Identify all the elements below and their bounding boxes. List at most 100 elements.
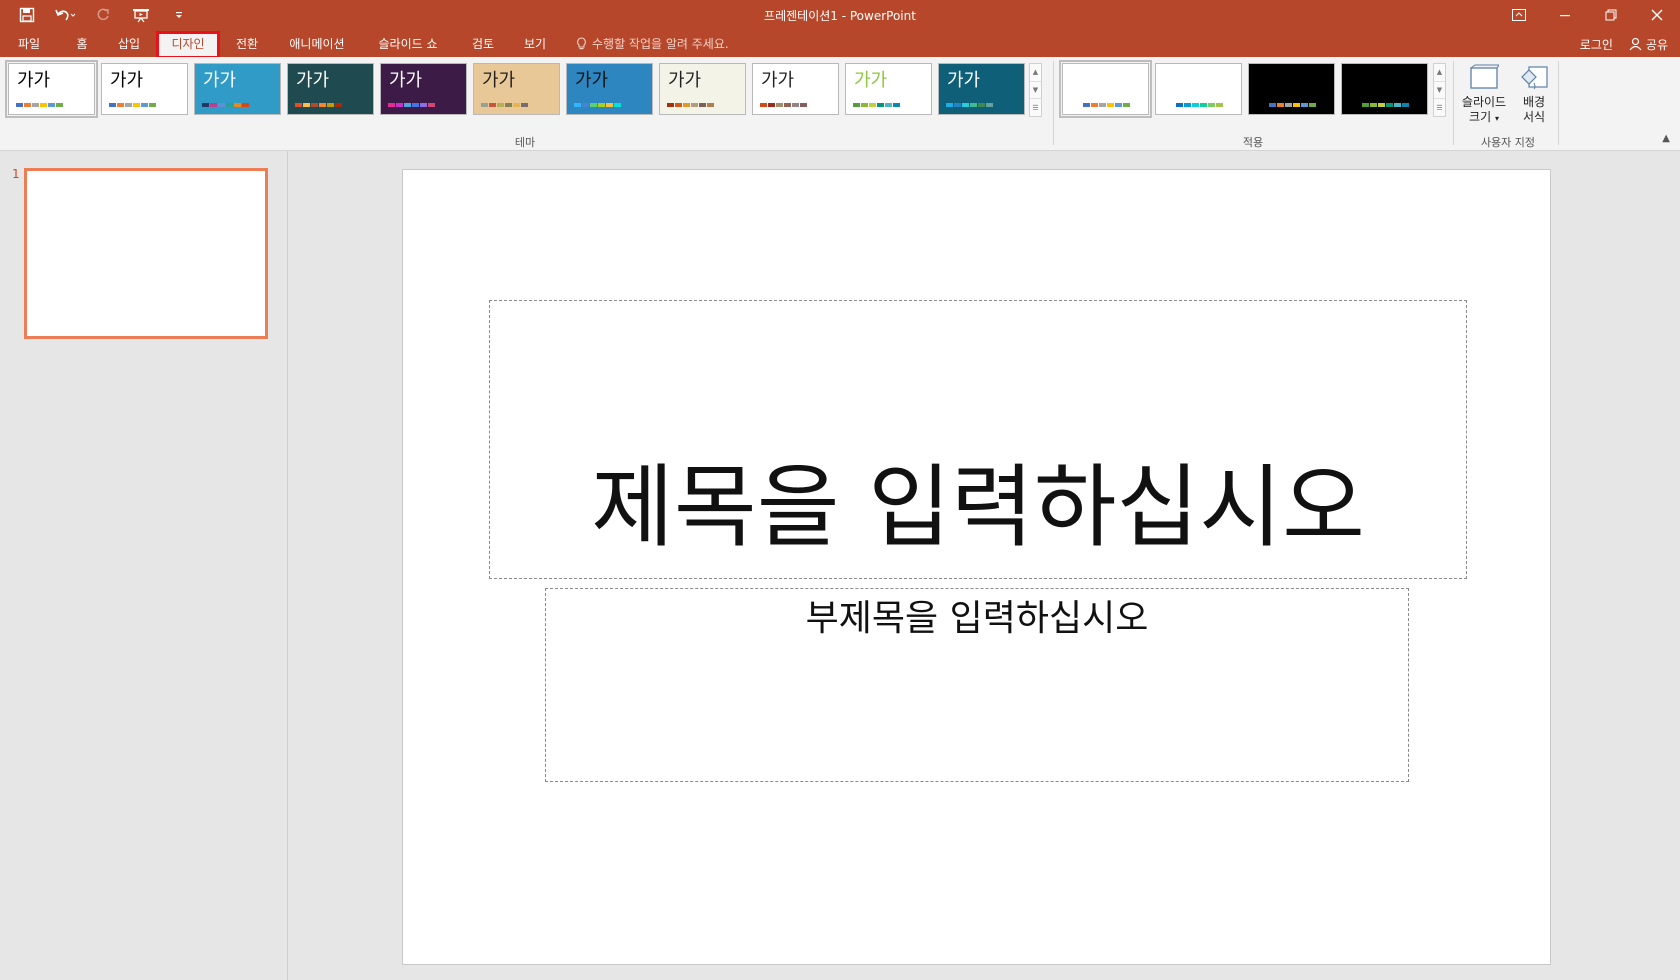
group-separator: [1453, 61, 1454, 145]
theme-color-swatches: [388, 103, 435, 107]
tell-me-text: 수행할 작업을 알려 주세요.: [592, 37, 729, 51]
theme-sample-text: 가가: [482, 70, 516, 91]
theme-thumbnail[interactable]: 가가: [659, 63, 746, 115]
themes-gallery: 가가 가가 가가 가가 가가 가가 가가 가가 가가 가가 가가: [5, 60, 1025, 118]
customize-group-label: 사용자 지정: [1480, 136, 1536, 149]
theme-thumbnail[interactable]: 가가: [845, 63, 932, 115]
title-placeholder-text: 제목을 입력하십시오: [591, 455, 1365, 560]
chevron-down-icon: ▾: [1494, 114, 1499, 123]
format-background-button[interactable]: 배경 서식: [1511, 61, 1557, 125]
signin-link[interactable]: 로그인: [1580, 36, 1613, 53]
window-title: 프레젠테이션1 - PowerPoint: [764, 9, 916, 23]
slide-editor: 제목을 입력하십시오 부제목을 입력하십시오: [289, 151, 1680, 980]
theme-thumbnail[interactable]: 가가: [380, 63, 467, 115]
theme-sample-text: 가가: [668, 70, 702, 91]
theme-thumbnail[interactable]: 가가: [101, 63, 188, 115]
format-background-icon: [1521, 66, 1548, 90]
theme-thumbnail[interactable]: 가가: [938, 63, 1025, 115]
variants-gallery: [1059, 60, 1428, 118]
ribbon-design: 가가 가가 가가 가가 가가 가가 가가 가가 가가 가가 가가 ▲ ▼ ☰ 테마 ▲ ▼ ☰ 적용…: [0, 57, 1680, 151]
title-placeholder[interactable]: 제목을 입력하십시오: [489, 300, 1467, 579]
variant-thumbnail[interactable]: [1341, 63, 1428, 115]
ribbon-tabs: 파일 홈 삽입 디자인 전환 애니메이션 슬라이드 쇼 검토 보기 수행할 작업…: [0, 30, 1680, 59]
gallery-up-icon[interactable]: ▲: [1030, 64, 1041, 82]
theme-sample-text: 가가: [17, 70, 51, 91]
theme-sample-text: 가가: [575, 70, 609, 91]
theme-thumbnail[interactable]: 가가: [566, 63, 653, 115]
theme-thumbnail[interactable]: 가가: [287, 63, 374, 115]
themes-gallery-scroll: ▲ ▼ ☰: [1029, 63, 1042, 117]
gallery-down-icon[interactable]: ▼: [1030, 82, 1041, 100]
tab-home[interactable]: 홈: [68, 34, 96, 54]
theme-thumbnail[interactable]: 가가: [473, 63, 560, 115]
variant-thumbnail[interactable]: [1155, 63, 1242, 115]
minimize-icon[interactable]: [1542, 0, 1588, 30]
gallery-more-icon[interactable]: ☰: [1030, 99, 1041, 116]
theme-color-swatches: [295, 103, 342, 107]
theme-color-swatches: [109, 103, 156, 107]
slide-size-label-2: 크기: [1469, 110, 1492, 124]
theme-sample-text: 가가: [203, 70, 237, 91]
theme-thumbnail[interactable]: 가가: [194, 63, 281, 115]
slide-size-icon: [1470, 64, 1499, 89]
format-background-label-2: 서식: [1522, 110, 1546, 124]
tab-animations[interactable]: 애니메이션: [282, 34, 352, 54]
themes-group-label: 테마: [514, 136, 536, 149]
lightbulb-icon: [577, 37, 586, 50]
person-icon: [1629, 37, 1642, 51]
group-separator: [1558, 61, 1559, 145]
window-controls: [1496, 0, 1680, 30]
format-background-label-1: 배경: [1522, 95, 1546, 109]
tab-insert[interactable]: 삽입: [110, 34, 148, 54]
slide-canvas: 제목을 입력하십시오 부제목을 입력하십시오: [402, 169, 1551, 965]
tab-slideshow[interactable]: 슬라이드 쇼: [370, 34, 446, 54]
tab-file[interactable]: 파일: [10, 34, 48, 54]
restore-icon[interactable]: [1588, 0, 1634, 30]
theme-color-swatches: [481, 103, 528, 107]
slide-thumbnail[interactable]: [24, 168, 268, 339]
theme-color-swatches: [574, 103, 621, 107]
account-area: 로그인 공유: [1580, 34, 1668, 54]
theme-color-swatches: [946, 103, 993, 107]
theme-color-swatches: [667, 103, 714, 107]
theme-thumbnail[interactable]: 가가: [5, 60, 98, 118]
gallery-more-icon[interactable]: ☰: [1434, 99, 1445, 116]
gallery-up-icon[interactable]: ▲: [1434, 64, 1445, 82]
gallery-down-icon[interactable]: ▼: [1434, 82, 1445, 100]
slide-thumbnails-pane: 1: [0, 151, 288, 980]
theme-color-swatches: [16, 103, 63, 107]
tab-review[interactable]: 검토: [464, 34, 502, 54]
variant-color-swatches: [1362, 103, 1409, 107]
variant-color-swatches: [1083, 103, 1130, 107]
share-button[interactable]: 공유: [1629, 36, 1668, 53]
subtitle-placeholder[interactable]: 부제목을 입력하십시오: [545, 588, 1409, 782]
tell-me-search[interactable]: 수행할 작업을 알려 주세요.: [576, 34, 729, 54]
group-separator: [1053, 61, 1054, 145]
variants-gallery-scroll: ▲ ▼ ☰: [1433, 63, 1446, 117]
close-icon[interactable]: [1634, 0, 1680, 30]
ribbon-display-options-icon[interactable]: [1496, 0, 1542, 30]
tab-view[interactable]: 보기: [516, 34, 554, 54]
theme-sample-text: 가가: [854, 70, 888, 91]
variant-thumbnail[interactable]: [1248, 63, 1335, 115]
theme-sample-text: 가가: [110, 70, 144, 91]
theme-thumbnail[interactable]: 가가: [752, 63, 839, 115]
variant-color-swatches: [1176, 103, 1223, 107]
slide-size-label-1: 슬라이드: [1461, 95, 1507, 109]
tab-transitions[interactable]: 전환: [228, 34, 266, 54]
theme-sample-text: 가가: [947, 70, 981, 91]
theme-color-swatches: [202, 103, 249, 107]
tab-design[interactable]: 디자인: [156, 31, 220, 59]
slide-size-button[interactable]: 슬라이드 크기 ▾: [1461, 61, 1507, 126]
subtitle-placeholder-text: 부제목을 입력하십시오: [805, 598, 1149, 639]
share-label: 공유: [1645, 37, 1668, 52]
theme-color-swatches: [853, 103, 900, 107]
theme-sample-text: 가가: [296, 70, 330, 91]
title-bar: 프레젠테이션1 - PowerPoint: [0, 0, 1680, 30]
variant-color-swatches: [1269, 103, 1316, 107]
collapse-ribbon-icon[interactable]: ▲: [1662, 133, 1670, 144]
theme-sample-text: 가가: [389, 70, 423, 91]
variant-thumbnail[interactable]: [1059, 60, 1152, 118]
theme-sample-text: 가가: [761, 70, 795, 91]
theme-color-swatches: [760, 103, 807, 107]
